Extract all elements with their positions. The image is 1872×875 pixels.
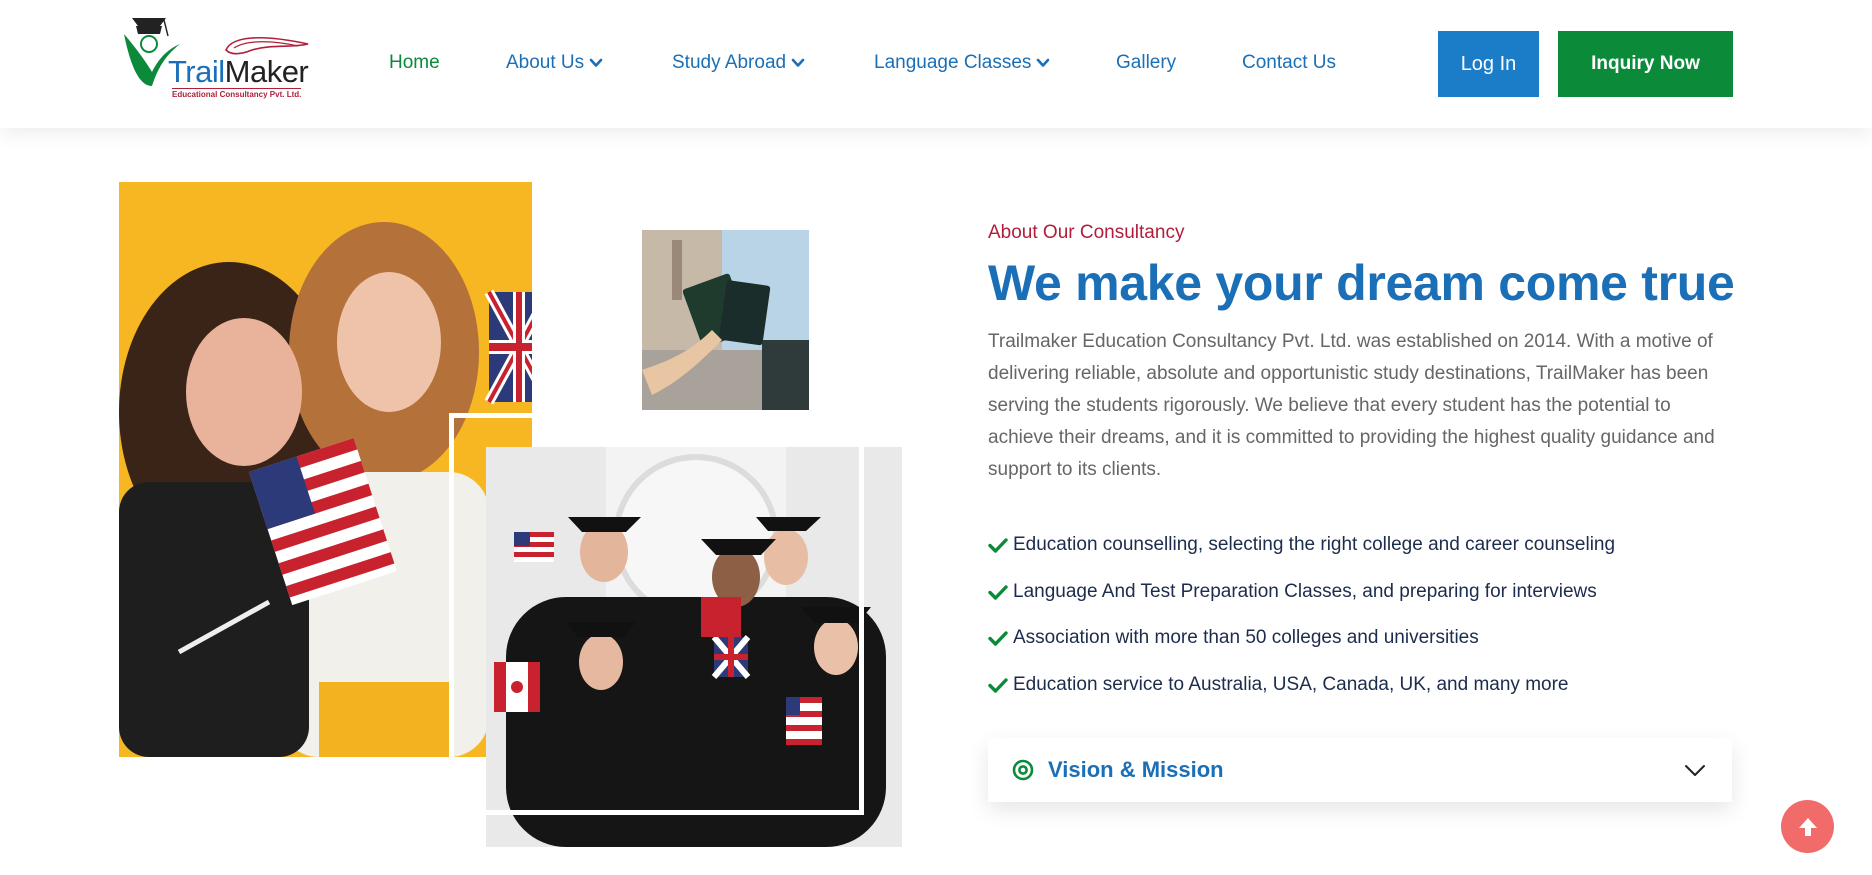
section-eyebrow: About Our Consultancy — [988, 222, 1185, 243]
chevron-down-icon — [791, 58, 805, 67]
target-icon — [1012, 759, 1034, 781]
check-icon — [988, 538, 1008, 553]
about-paragraph: Trailmaker Education Consultancy Pvt. Lt… — [988, 331, 1715, 480]
feature-text: Association with more than 50 colleges a… — [1013, 627, 1479, 649]
students-with-flags-image — [119, 182, 532, 757]
about-section: About Our Consultancy We make your dream… — [988, 222, 1735, 486]
feature-text: Education counselling, selecting the rig… — [1013, 534, 1616, 556]
accordion-title: Vision & Mission — [1048, 757, 1224, 782]
nav-language-classes[interactable]: Language Classes — [874, 50, 1050, 76]
nav-study-abroad[interactable]: Study Abroad — [672, 50, 805, 76]
chevron-down-icon — [589, 58, 603, 67]
feature-text: Language And Test Preparation Classes, a… — [1013, 580, 1597, 602]
site-header: TrailMaker Educational Consultancy Pvt. … — [0, 0, 1872, 128]
logo-wordmark: TrailMaker — [168, 54, 309, 90]
nav-about-us-label: About Us — [506, 52, 585, 73]
list-item: Education service to Australia, USA, Can… — [988, 662, 1728, 709]
logo-trail: Trail — [168, 54, 225, 89]
scroll-to-top-button[interactable] — [1781, 800, 1834, 853]
chevron-down-icon[interactable] — [1684, 760, 1706, 780]
logo-maker: Maker — [224, 54, 309, 89]
logo-tagline: Educational Consultancy Pvt. Ltd. — [172, 88, 302, 99]
nav-gallery-label: Gallery — [1116, 52, 1177, 73]
chevron-down-icon — [1037, 58, 1050, 67]
check-icon — [988, 585, 1008, 600]
check-icon — [988, 678, 1008, 693]
list-item: Language And Test Preparation Classes, a… — [988, 569, 1728, 616]
login-button[interactable]: Log In — [1438, 31, 1539, 97]
nav-gallery[interactable]: Gallery — [1116, 50, 1176, 76]
list-item: Association with more than 50 colleges a… — [988, 615, 1728, 662]
check-icon — [988, 631, 1008, 646]
nav-contact-us[interactable]: Contact Us — [1242, 50, 1336, 76]
nav-home[interactable]: Home — [389, 50, 440, 76]
section-headline: We make your dream come true — [988, 255, 1735, 311]
vision-mission-accordion[interactable]: Vision & Mission — [988, 738, 1732, 802]
feature-text: Education service to Australia, USA, Can… — [1013, 673, 1569, 695]
nav-home-label: Home — [389, 52, 440, 73]
nav-about-us[interactable]: About Us — [506, 50, 603, 76]
inquiry-now-button[interactable]: Inquiry Now — [1558, 31, 1733, 97]
passports-image — [642, 230, 809, 410]
logo[interactable]: TrailMaker Educational Consultancy Pvt. … — [122, 14, 318, 100]
nav-language-classes-label: Language Classes — [874, 52, 1032, 73]
nav-contact-us-label: Contact Us — [1242, 52, 1336, 73]
feature-list: Education counselling, selecting the rig… — [988, 522, 1728, 708]
nav-study-abroad-label: Study Abroad — [672, 52, 787, 73]
graduates-image — [486, 447, 902, 847]
arrow-up-icon — [1798, 817, 1817, 836]
list-item: Education counselling, selecting the rig… — [988, 522, 1728, 569]
